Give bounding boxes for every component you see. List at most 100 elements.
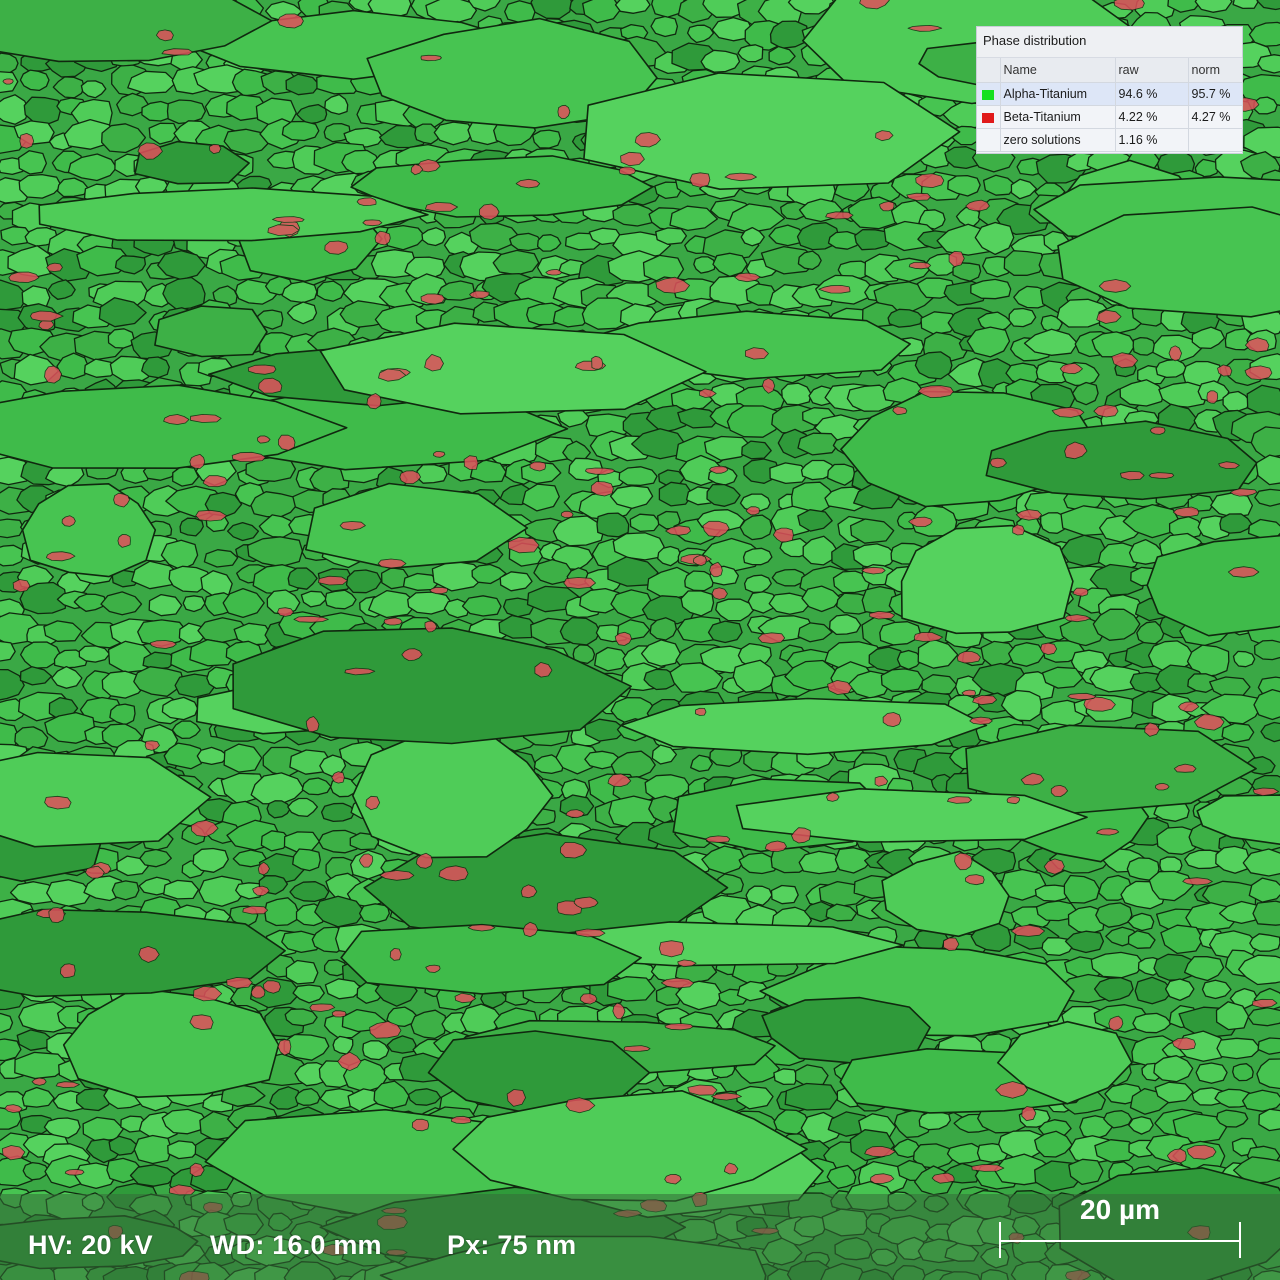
alpha-grain xyxy=(797,432,841,456)
high-voltage-label: HV: 20 kV xyxy=(28,1230,153,1260)
scale-bar-left-tick xyxy=(999,1222,1001,1258)
beta-grain xyxy=(957,651,981,664)
beta-grain xyxy=(508,536,540,554)
alpha-grain xyxy=(0,518,25,539)
beta-grain xyxy=(272,216,305,223)
phase-distribution-panel: Phase distribution Name raw norm Alpha-T… xyxy=(976,26,1243,154)
beta-grain xyxy=(623,1045,651,1052)
beta-grain xyxy=(1148,472,1175,479)
beta-grain xyxy=(664,1023,694,1031)
alpha-grain xyxy=(1232,650,1256,668)
alpha-grain xyxy=(133,1134,173,1165)
beta-grain xyxy=(1040,642,1058,655)
phase-norm: 95.7 % xyxy=(1188,82,1243,106)
header-name: Name xyxy=(1000,58,1116,83)
alpha-grain xyxy=(358,903,390,924)
beta-grain xyxy=(117,534,131,548)
beta-grain xyxy=(711,587,728,600)
header-raw: raw xyxy=(1115,58,1189,83)
beta-grain xyxy=(463,455,479,470)
beta-grain xyxy=(563,577,596,589)
beta-grain xyxy=(19,133,35,149)
beta-grain xyxy=(947,796,972,804)
beta-grain xyxy=(908,261,932,270)
table-header-row: Name raw norm xyxy=(977,58,1243,83)
beta-grain xyxy=(943,937,960,951)
alpha-grain xyxy=(693,256,716,274)
alpha-grain xyxy=(1008,307,1037,328)
beta-grain xyxy=(469,290,490,299)
alpha-grain xyxy=(1216,1109,1249,1128)
alpha-grain xyxy=(1221,722,1255,744)
alpha-grain xyxy=(111,880,140,901)
swatch-cell xyxy=(977,82,1001,106)
alpha-grain xyxy=(650,15,679,38)
scale-bar-label: 20 µm xyxy=(1080,1194,1160,1225)
beta-grain xyxy=(377,558,407,569)
beta-grain xyxy=(618,166,636,176)
alpha-grain xyxy=(284,1008,318,1027)
phase-name: zero solutions xyxy=(1000,128,1116,152)
phase-raw: 94.6 % xyxy=(1115,82,1189,106)
swatch-cell xyxy=(977,128,1001,152)
alpha-grain xyxy=(629,513,661,533)
beta-grain xyxy=(1149,426,1166,435)
beta-grain xyxy=(277,607,294,617)
swatch-cell xyxy=(977,105,1001,129)
beta-grain xyxy=(757,632,786,644)
phase-norm xyxy=(1188,128,1243,152)
header-norm: norm xyxy=(1188,58,1243,83)
alpha-grain xyxy=(504,0,536,24)
alpha-grain xyxy=(742,547,773,566)
alpha-grain xyxy=(107,328,135,349)
beta-grain xyxy=(1006,796,1020,805)
beta-grain xyxy=(202,475,228,488)
alpha-grain xyxy=(614,0,651,14)
beta-grain xyxy=(2,78,14,85)
table-row-zero-solutions[interactable]: zero solutions 1.16 % xyxy=(977,128,1243,152)
alpha-grain xyxy=(1252,900,1280,926)
alpha-grain xyxy=(769,20,808,49)
beta-grain xyxy=(1067,692,1097,700)
beta-grain xyxy=(574,928,606,938)
sem-data-bar: HV: 20 kV WD: 16.0 mm Px: 75 nm 20 µm xyxy=(0,1194,1280,1280)
working-distance-label: WD: 16.0 mm xyxy=(210,1230,382,1260)
alpha-grain xyxy=(1247,1007,1280,1027)
beta-grain xyxy=(969,716,993,725)
beta-grain xyxy=(60,963,76,978)
beta-grain xyxy=(433,451,446,458)
beta-grain xyxy=(429,586,448,595)
beta-grain xyxy=(12,579,31,593)
alpha-grain xyxy=(285,959,319,985)
alpha-grain xyxy=(606,976,656,1002)
alpha-grain xyxy=(1003,250,1046,276)
beta-grain xyxy=(825,211,854,220)
pixel-size-label: Px: 75 nm xyxy=(447,1230,577,1260)
phase-raw: 4.22 % xyxy=(1115,105,1189,129)
beta-color-swatch xyxy=(982,112,994,123)
beta-grain xyxy=(1206,390,1219,404)
table-row-beta[interactable]: Beta-Titanium 4.22 % 4.27 % xyxy=(977,105,1243,129)
alpha-grain xyxy=(707,620,743,644)
alpha-grain xyxy=(1232,1063,1254,1082)
header-swatch xyxy=(977,58,1001,83)
alpha-grain xyxy=(880,668,925,693)
beta-grain xyxy=(278,434,296,451)
table-row-alpha[interactable]: Alpha-Titanium 94.6 % 95.7 % xyxy=(977,82,1243,106)
alpha-grain xyxy=(1253,639,1280,661)
beta-grain xyxy=(411,1118,430,1132)
beta-grain xyxy=(44,795,72,810)
alpha-grain xyxy=(407,1088,442,1106)
beta-grain xyxy=(695,707,707,716)
phase-raw: 1.16 % xyxy=(1115,128,1189,152)
ebsd-phase-map xyxy=(0,0,1280,1280)
alpha-grain xyxy=(78,645,111,663)
beta-grain xyxy=(1182,877,1213,886)
phase-table: Name raw norm Alpha-Titanium 94.6 % 95.7… xyxy=(977,58,1243,152)
beta-grain xyxy=(331,1010,347,1018)
phase-name: Beta-Titanium xyxy=(1000,105,1116,129)
scale-bar-right-tick xyxy=(1239,1222,1241,1258)
scale-bar xyxy=(1000,1240,1240,1242)
alpha-grain xyxy=(596,512,630,538)
beta-grain xyxy=(450,1115,472,1124)
